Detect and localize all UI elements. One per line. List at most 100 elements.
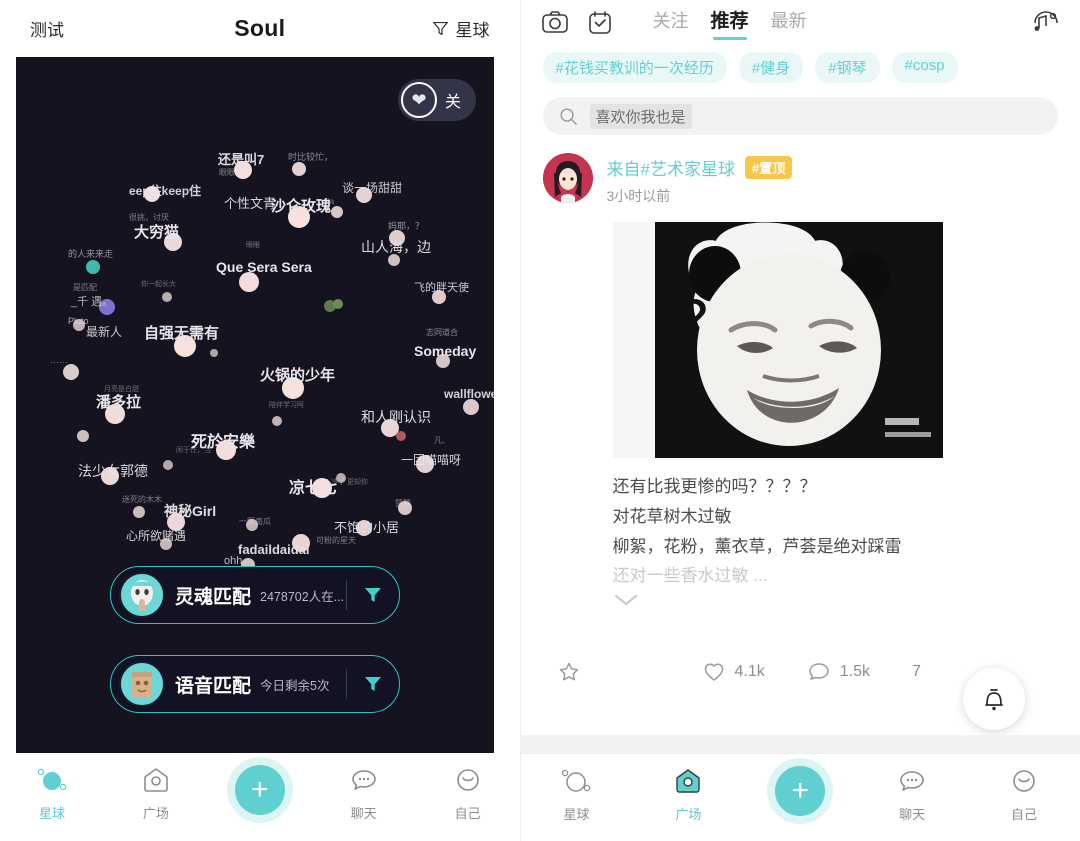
heart-toggle[interactable]: ❤ 关 [398, 79, 476, 121]
star-dot[interactable] [86, 260, 100, 274]
star-user-label[interactable]: vla [324, 197, 334, 206]
test-label[interactable]: 测试 [30, 16, 64, 41]
soul-match-button[interactable]: 灵魂匹配 2478702人在... [110, 566, 400, 624]
sidebar-label-chat: 聊天 [899, 807, 926, 822]
star-user-label[interactable]: 法少女郭德 [78, 461, 148, 481]
star-user-label[interactable]: wallflower [444, 387, 494, 401]
star-dot[interactable] [396, 431, 406, 441]
sidebar-item-profile[interactable]: 自己 [968, 764, 1080, 823]
post-source-row[interactable]: 来自#艺术家星球 #置顶 [607, 155, 793, 180]
star-user-label[interactable]: 迷死的木木 [122, 494, 162, 505]
star-user-label[interactable]: Someday [414, 343, 476, 359]
post-image-panda-meme[interactable]: ? [612, 222, 943, 458]
star-user-label[interactable]: 眼眼 [246, 240, 260, 250]
music-note-icon[interactable] [1030, 10, 1060, 36]
chat-icon [897, 764, 927, 798]
star-dot[interactable] [162, 292, 172, 302]
star-user-label[interactable]: 心所欲赌遇 [126, 527, 186, 544]
topic-tag[interactable]: #cosp [891, 52, 958, 83]
planet-icon [35, 763, 69, 797]
star-user-label[interactable]: fadaildaidai [238, 542, 310, 557]
star-dot[interactable] [63, 364, 79, 380]
bell-icon [981, 685, 1007, 713]
star-user-label[interactable]: 大穷猫 [134, 221, 179, 242]
star-user-label[interactable]: 冷了 更知你 [331, 477, 368, 487]
floating-bell-button[interactable] [963, 668, 1025, 730]
planet-filter-entry[interactable]: 星球 [432, 16, 490, 41]
star-dot[interactable] [133, 506, 145, 518]
star-dot[interactable] [333, 299, 343, 309]
star-user-label[interactable]: 和人刚认识 [361, 407, 431, 427]
topic-tag[interactable]: #钢琴 [815, 52, 880, 83]
star-user-label[interactable]: 一团喵喵呀 [401, 451, 461, 468]
topic-tag[interactable]: #花钱买教训的一次经历 [542, 52, 727, 83]
avatar[interactable] [542, 153, 593, 203]
star-dot[interactable] [292, 162, 306, 176]
star-dot[interactable] [77, 430, 89, 442]
star-user-label[interactable]: 你一起长大 [141, 279, 176, 289]
star-user-label[interactable]: 火锅的少年 [260, 364, 335, 385]
sidebar-item-square[interactable]: 广场 [104, 763, 208, 822]
chevron-down-icon[interactable] [613, 593, 993, 607]
topic-tag[interactable]: #健身 [738, 52, 804, 83]
star-user-label[interactable]: 陪伴学习阿 [269, 400, 304, 410]
star-user-label[interactable]: 个性文青 [224, 193, 276, 212]
sidebar-item-chat[interactable]: 聊天 [856, 764, 968, 823]
camera-icon[interactable] [541, 10, 569, 36]
create-post-button[interactable]: + [208, 757, 312, 823]
tab-following[interactable]: 关注 [653, 7, 689, 40]
soul-match-funnel-icon[interactable] [347, 585, 399, 605]
like-button[interactable]: 4.1k [702, 660, 765, 684]
sidebar-item-square[interactable]: 广场 [632, 764, 744, 823]
favorite-button[interactable] [557, 660, 590, 684]
star-user-label[interactable]: 一颗南瓜 [239, 516, 271, 527]
create-post-button[interactable]: + [744, 758, 856, 824]
star-user-label[interactable]: …… [50, 355, 68, 365]
star-user-label[interactable]: 神秘Girl [164, 501, 216, 521]
calendar-check-icon[interactable] [587, 10, 613, 36]
topic-tag-row[interactable]: #花钱买教训的一次经历 #健身 #钢琴 #cosp [521, 46, 1080, 91]
star-user-label[interactable]: 闲于住，当 [176, 445, 211, 455]
star-user-label[interactable]: 最新人 [86, 323, 122, 340]
star-dot[interactable] [163, 460, 173, 470]
star-user-label[interactable]: 凡、 [434, 435, 450, 446]
star-user-label[interactable]: 赞赞 [395, 498, 411, 509]
star-user-label[interactable]: 凉七七 [289, 474, 337, 498]
tab-latest[interactable]: 最新 [771, 7, 807, 40]
sidebar-item-planet[interactable]: 星球 [521, 764, 633, 823]
voice-match-button[interactable]: 语音匹配 今日剩余5次 [110, 655, 400, 713]
star-map-canvas[interactable]: ❤ 关 还是叫7 时比较忙， 眼眼 eep住keep住个性文青 沙仑玫瑰 vla 谈一场甜甜… [16, 57, 494, 753]
star-user-label[interactable]: 谈一场甜甜 [342, 179, 402, 196]
sidebar-item-chat[interactable]: 聊天 [312, 763, 416, 822]
star-user-label[interactable]: 还是叫7 [218, 149, 264, 168]
tab-recommend[interactable]: 推荐 [711, 6, 749, 40]
search-input[interactable]: 喜欢你我也是 [542, 97, 1058, 135]
star-dot[interactable] [463, 399, 479, 415]
star-user-label[interactable]: 妈耶，？ [388, 219, 424, 232]
star-dot[interactable] [210, 349, 218, 357]
share-button[interactable]: 7 [912, 663, 921, 681]
star-user-label[interactable]: 是匹配 [73, 282, 97, 293]
voice-match-funnel-icon[interactable] [347, 674, 399, 694]
star-user-label[interactable]: 山人海，边 [361, 237, 431, 257]
star-dot[interactable] [331, 206, 343, 218]
star-user-label[interactable]: 飞的胖天使 [414, 279, 469, 295]
star-user-label[interactable]: 沙仑玫瑰 [271, 195, 331, 216]
sidebar-item-planet[interactable]: 星球 [0, 763, 104, 822]
sidebar-item-profile[interactable]: 自己 [416, 763, 520, 822]
star-user-label[interactable]: _千 遇。 [71, 293, 113, 309]
star-user-label[interactable]: 志同道合 [426, 327, 458, 338]
star-user-label[interactable]: 的人来来走 [68, 247, 113, 260]
star-user-label[interactable]: 眼眼 [219, 167, 235, 178]
star-dot[interactable] [239, 272, 259, 292]
star-user-label[interactable]: 时比较忙， [288, 150, 333, 163]
star-user-label[interactable]: 自强无需有 [144, 322, 219, 343]
star-dot[interactable] [272, 416, 282, 426]
star-user-label[interactable]: Que Sera Sera [216, 259, 312, 275]
star-user-label[interactable]: 可粉的星天 [316, 535, 356, 546]
sidebar-label-square: 广场 [675, 807, 702, 822]
star-user-label[interactable]: 潘多拉 [96, 391, 141, 412]
star-user-label[interactable]: 不饱的小居 [334, 517, 399, 536]
star-user-label[interactable]: eep住keep住 [129, 182, 201, 199]
comment-button[interactable]: 1.5k [807, 660, 870, 684]
